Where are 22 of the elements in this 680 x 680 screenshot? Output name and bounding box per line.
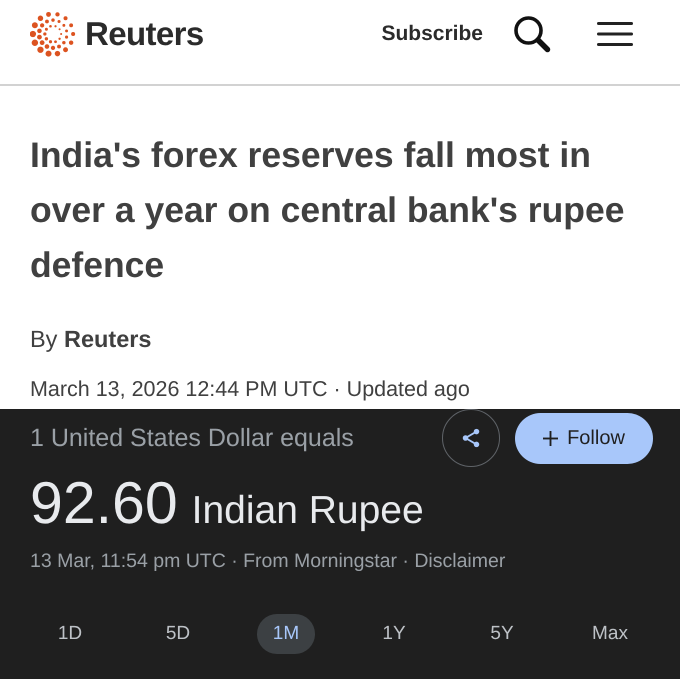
range-tab[interactable]: 1M xyxy=(257,614,315,654)
range-tab[interactable]: 5D xyxy=(149,614,207,654)
source-line: 13 Mar, 11:54 pm UTC · From Morningstar · Disclaimer xyxy=(30,549,506,574)
logo-icon[interactable] xyxy=(30,11,76,57)
exchange-rate-value: 92.60 xyxy=(30,469,178,537)
search-icon[interactable] xyxy=(513,15,551,53)
dateline: March 13, 2026 12:44 PM UTC · Updated ago xyxy=(30,376,471,403)
range-tab[interactable]: Max xyxy=(581,614,639,654)
headline: India's forex reserves fall most in over a year on central bank's rupee defence xyxy=(30,134,626,287)
share-button[interactable] xyxy=(442,409,500,467)
currency-name: Indian Rupee xyxy=(192,489,424,533)
byline: By Reuters xyxy=(30,325,152,354)
logo-text[interactable]: Reuters xyxy=(85,15,204,53)
range-tab[interactable]: 5Y xyxy=(473,614,531,654)
share-icon xyxy=(460,427,482,449)
menu-icon[interactable] xyxy=(597,22,633,46)
follow-button[interactable]: Follow xyxy=(515,412,653,464)
conversion-label: 1 United States Dollar equals xyxy=(30,424,355,452)
range-tab[interactable]: 1D xyxy=(41,614,99,654)
plus-icon xyxy=(543,430,558,446)
subscribe-button[interactable]: Subscribe xyxy=(381,22,483,46)
range-tab[interactable]: 1Y xyxy=(365,614,423,654)
